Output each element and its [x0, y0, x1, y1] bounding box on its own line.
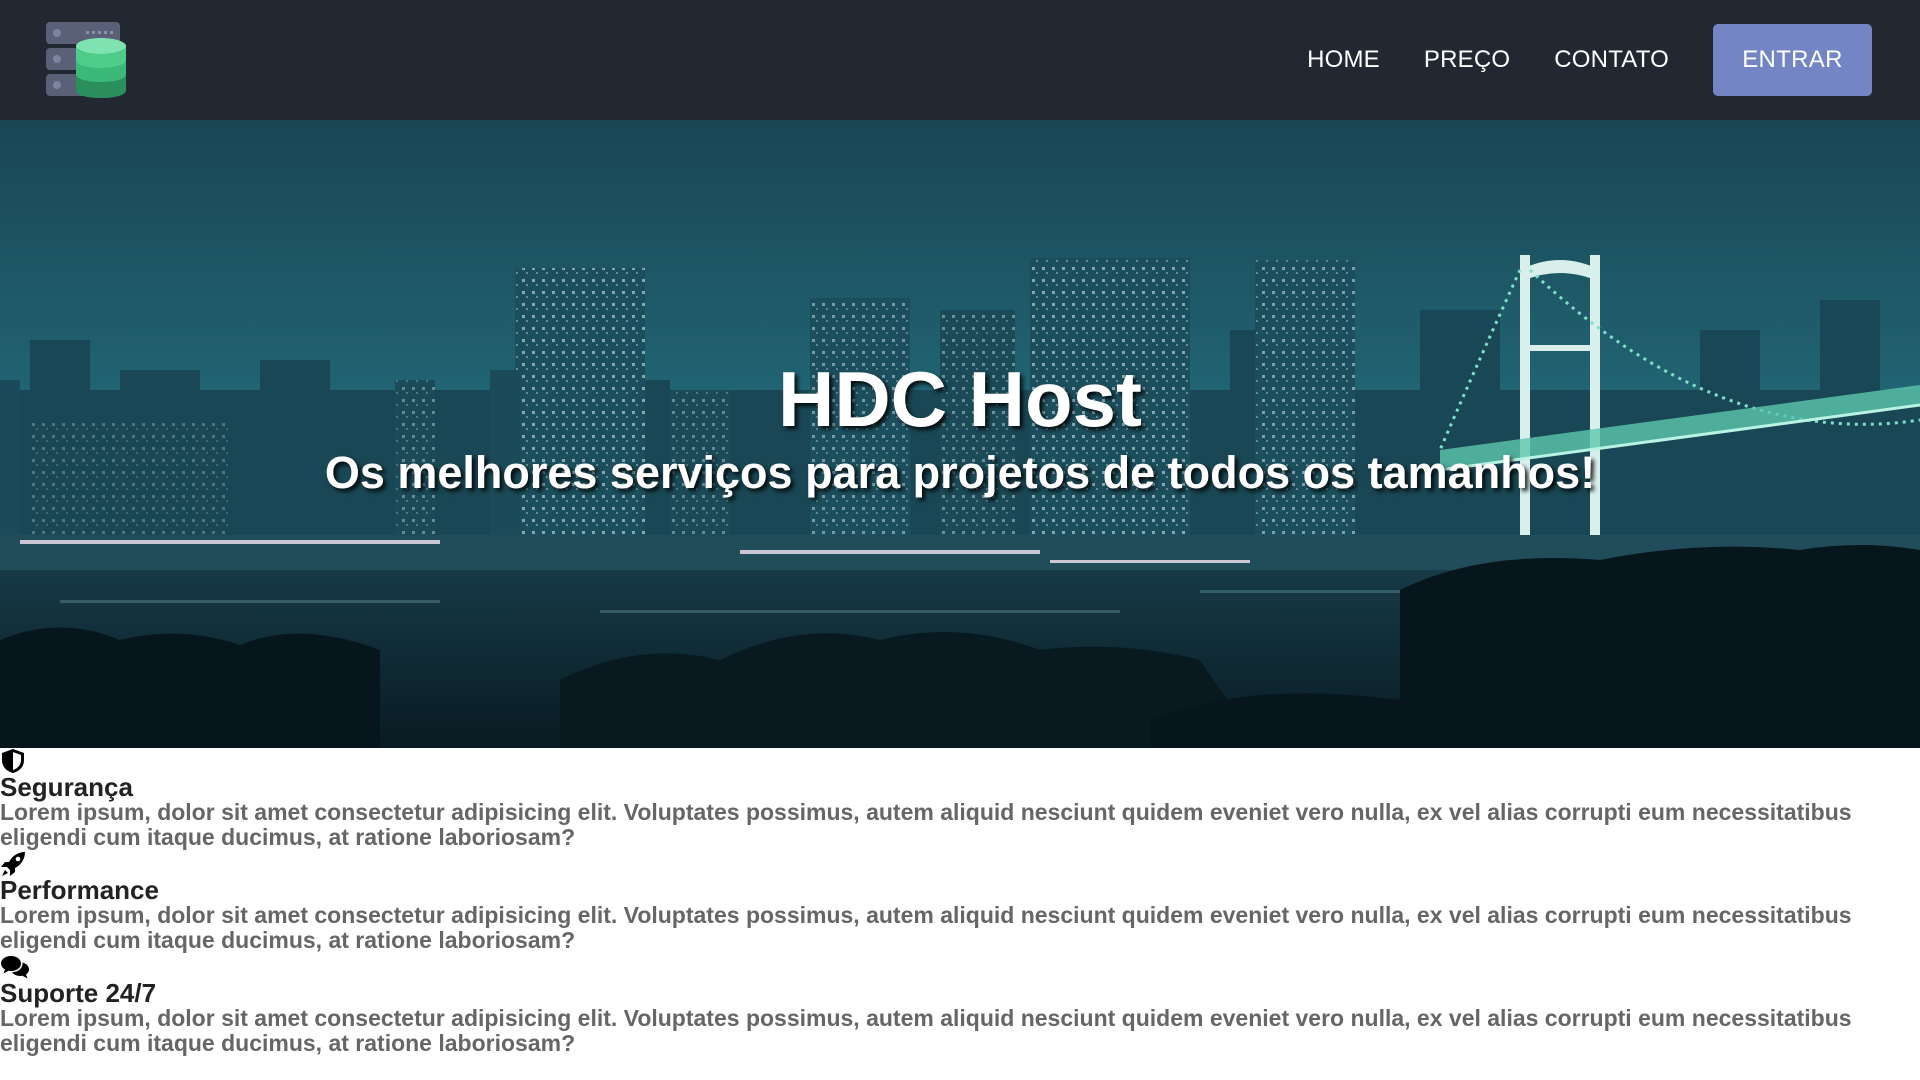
hero-title: HDC Host: [778, 355, 1142, 443]
navbar: HOME PREÇO CONTATO ENTRAR: [0, 0, 1920, 120]
feature-text: Lorem ipsum, dolor sit amet consectetur …: [0, 1005, 1852, 1056]
rocket-icon: [1, 852, 25, 876]
feature-security: Segurança Lorem ipsum, dolor sit amet co…: [0, 748, 1920, 851]
nav-link-home[interactable]: HOME: [1307, 46, 1380, 74]
feature-title: Performance: [0, 875, 159, 905]
nav-link-contact[interactable]: CONTATO: [1554, 46, 1669, 74]
nav-link-price[interactable]: PREÇO: [1424, 46, 1510, 74]
hero-banner: HDC Host Os melhores serviços para proje…: [0, 120, 1920, 748]
feature-text: Lorem ipsum, dolor sit amet consectetur …: [0, 902, 1852, 953]
feature-performance: Performance Lorem ipsum, dolor sit amet …: [0, 851, 1920, 954]
feature-title: Segurança: [0, 772, 133, 802]
hero-subtitle: Os melhores serviços para projetos de to…: [324, 447, 1596, 498]
shield-icon: [2, 749, 24, 773]
enter-button[interactable]: ENTRAR: [1713, 24, 1872, 96]
feature-support: Suporte 24/7 Lorem ipsum, dolor sit amet…: [0, 954, 1920, 1057]
hero-text: HDC Host Os melhores serviços para proje…: [0, 120, 1920, 748]
feature-text: Lorem ipsum, dolor sit amet consectetur …: [0, 799, 1852, 850]
main-nav: HOME PREÇO CONTATO ENTRAR: [1307, 0, 1920, 120]
features-section: Segurança Lorem ipsum, dolor sit amet co…: [0, 748, 1920, 1057]
chat-bubbles-icon: [1, 956, 29, 979]
database-server-icon: [46, 22, 126, 98]
feature-title: Suporte 24/7: [0, 978, 157, 1008]
logo-link[interactable]: [46, 22, 126, 98]
